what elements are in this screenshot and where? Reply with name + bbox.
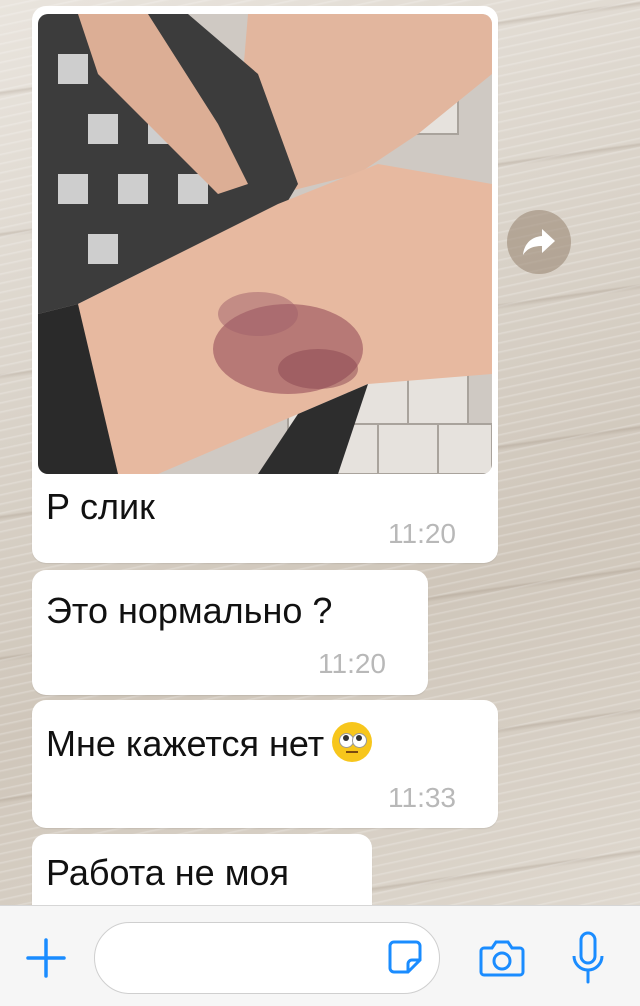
message-time: 11:33 bbox=[388, 782, 456, 813]
forward-icon bbox=[523, 229, 555, 255]
message-text: Это нормально ? bbox=[46, 590, 333, 631]
text-message[interactable]: Мне кажется нет 11:33 bbox=[32, 700, 498, 828]
forward-button[interactable] bbox=[507, 210, 571, 274]
camera-icon[interactable] bbox=[478, 936, 526, 980]
composer-bar bbox=[0, 905, 640, 1006]
text-message[interactable]: Работа не моя bbox=[32, 834, 372, 914]
photo-caption: Р слик bbox=[46, 486, 155, 527]
rolling-eyes-emoji-icon bbox=[332, 722, 373, 762]
message-text: Работа не моя bbox=[46, 852, 289, 893]
message-photo[interactable] bbox=[38, 14, 492, 474]
photo-message[interactable]: Р слик 11:20 bbox=[32, 6, 498, 563]
message-time: 11:20 bbox=[318, 648, 386, 679]
message-text-content: Мне кажется нет bbox=[46, 723, 325, 764]
sticker-icon[interactable] bbox=[386, 938, 424, 976]
plus-icon[interactable] bbox=[24, 936, 68, 980]
message-text: Мне кажется нет bbox=[46, 722, 373, 765]
microphone-icon[interactable] bbox=[570, 930, 606, 986]
message-time: 11:20 bbox=[388, 518, 456, 549]
text-message[interactable]: Это нормально ? 11:20 bbox=[32, 570, 428, 695]
